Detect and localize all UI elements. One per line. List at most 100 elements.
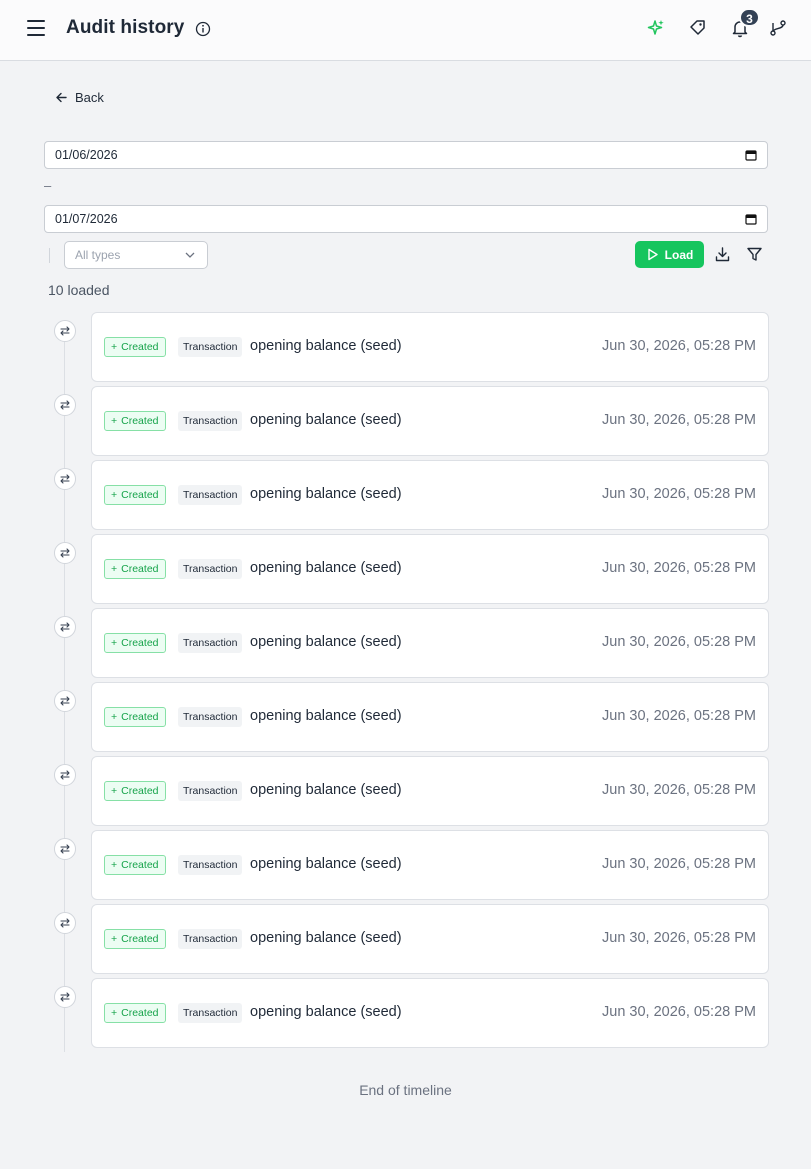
action-label: Created — [121, 563, 159, 575]
plus-icon: + — [111, 859, 118, 871]
entry-timestamp: Jun 30, 2026, 05:28 PM — [602, 634, 756, 650]
calendar-icon[interactable] — [745, 149, 757, 161]
entry-description: opening balance (seed) — [250, 708, 402, 724]
plus-icon: + — [111, 489, 118, 501]
swap-icon — [60, 992, 70, 1002]
entry-description: opening balance (seed) — [250, 782, 402, 798]
swap-icon — [60, 918, 70, 928]
timeline-node — [54, 320, 76, 342]
filter-icon[interactable] — [746, 246, 763, 263]
type-badge: Transaction — [178, 633, 243, 653]
calendar-icon[interactable] — [745, 213, 757, 225]
plus-icon: + — [111, 933, 118, 945]
date-separator: – — [44, 178, 52, 193]
timeline-entry[interactable]: + Created Transaction opening balance (seed… — [91, 460, 769, 530]
type-badge: Transaction — [178, 781, 243, 801]
timeline-node — [54, 986, 76, 1008]
timeline-node — [54, 616, 76, 638]
action-badge: + Created — [104, 781, 166, 801]
action-badge: + Created — [104, 855, 166, 875]
swap-icon — [60, 400, 70, 410]
type-badge: Transaction — [178, 855, 243, 875]
plus-icon: + — [111, 415, 118, 427]
timeline-entry[interactable]: + Created Transaction opening balance (seed… — [91, 386, 769, 456]
action-label: Created — [121, 341, 159, 353]
date-from-value: 01/06/2026 — [55, 148, 118, 162]
timeline-entry[interactable]: + Created Transaction opening balance (seed… — [91, 978, 769, 1048]
notification-badge: 3 — [739, 8, 760, 27]
entry-description: opening balance (seed) — [250, 412, 402, 428]
top-bar: Audit history 3 — [0, 0, 811, 61]
menu-icon[interactable] — [27, 20, 45, 38]
entry-timestamp: Jun 30, 2026, 05:28 PM — [602, 486, 756, 502]
plus-icon: + — [111, 785, 118, 797]
action-badge: + Created — [104, 485, 166, 505]
type-select[interactable]: All types — [64, 241, 208, 269]
timeline-node — [54, 394, 76, 416]
entry-description: opening balance (seed) — [250, 486, 402, 502]
type-badge: Transaction — [178, 559, 243, 579]
swap-icon — [60, 548, 70, 558]
action-badge: + Created — [104, 559, 166, 579]
date-to-value: 01/07/2026 — [55, 212, 118, 226]
timeline-node — [54, 912, 76, 934]
entry-timestamp: Jun 30, 2026, 05:28 PM — [602, 782, 756, 798]
sparkle-icon[interactable] — [646, 18, 666, 38]
swap-icon — [60, 696, 70, 706]
timeline-entry[interactable]: + Created Transaction opening balance (seed… — [91, 608, 769, 678]
date-to-field[interactable]: 01/07/2026 — [44, 205, 768, 233]
timeline-node — [54, 764, 76, 786]
action-badge: + Created — [104, 1003, 166, 1023]
entry-timestamp: Jun 30, 2026, 05:28 PM — [602, 708, 756, 724]
entry-description: opening balance (seed) — [250, 1004, 402, 1020]
back-button[interactable]: Back — [55, 90, 104, 105]
load-button[interactable]: Load — [635, 241, 704, 268]
date-from-field[interactable]: 01/06/2026 — [44, 141, 768, 169]
plus-icon: + — [111, 1007, 118, 1019]
swap-icon — [60, 770, 70, 780]
timeline-entry[interactable]: + Created Transaction opening balance (seed… — [91, 534, 769, 604]
timeline-node — [54, 690, 76, 712]
action-label: Created — [121, 489, 159, 501]
action-badge: + Created — [104, 707, 166, 727]
tag-icon[interactable] — [688, 18, 708, 38]
entry-description: opening balance (seed) — [250, 560, 402, 576]
type-badge: Transaction — [178, 1003, 243, 1023]
swap-icon — [60, 474, 70, 484]
swap-icon — [60, 844, 70, 854]
timeline-entry[interactable]: + Created Transaction opening balance (seed… — [91, 756, 769, 826]
plus-icon: + — [111, 341, 118, 353]
action-label: Created — [121, 933, 159, 945]
entry-timestamp: Jun 30, 2026, 05:28 PM — [602, 856, 756, 872]
timeline-entry[interactable]: + Created Transaction opening balance (seed… — [91, 830, 769, 900]
timeline-entry[interactable]: + Created Transaction opening balance (seed… — [91, 904, 769, 974]
plus-icon: + — [111, 637, 118, 649]
action-label: Created — [121, 415, 159, 427]
timeline-node — [54, 468, 76, 490]
entry-timestamp: Jun 30, 2026, 05:28 PM — [602, 338, 756, 354]
page-title: Audit history — [66, 17, 185, 38]
plus-icon: + — [111, 711, 118, 723]
action-badge: + Created — [104, 929, 166, 949]
type-badge: Transaction — [178, 929, 243, 949]
entry-timestamp: Jun 30, 2026, 05:28 PM — [602, 560, 756, 576]
back-label: Back — [75, 90, 104, 105]
info-icon[interactable] — [195, 21, 211, 37]
entry-timestamp: Jun 30, 2026, 05:28 PM — [602, 1004, 756, 1020]
download-icon[interactable] — [714, 246, 731, 263]
type-select-placeholder: All types — [75, 248, 121, 262]
divider — [49, 248, 50, 263]
action-label: Created — [121, 859, 159, 871]
arrow-left-icon — [56, 92, 67, 103]
timeline-entry[interactable]: + Created Transaction opening balance (seed… — [91, 312, 769, 382]
entry-description: opening balance (seed) — [250, 930, 402, 946]
play-icon — [647, 248, 658, 261]
git-branch-icon[interactable] — [768, 18, 788, 38]
load-label: Load — [664, 247, 694, 262]
timeline-entry[interactable]: + Created Transaction opening balance (seed… — [91, 682, 769, 752]
action-badge: + Created — [104, 411, 166, 431]
action-label: Created — [121, 1007, 159, 1019]
swap-icon — [60, 622, 70, 632]
action-label: Created — [121, 637, 159, 649]
type-badge: Transaction — [178, 707, 243, 727]
